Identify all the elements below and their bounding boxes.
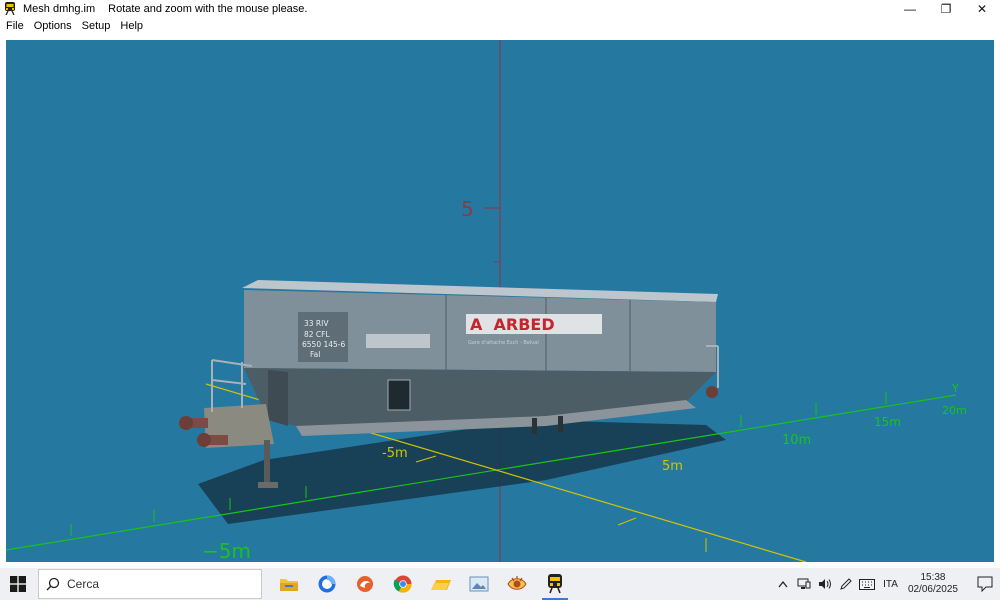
z-axis-label-5: 5	[461, 197, 474, 221]
eye-app-icon[interactable]	[498, 568, 536, 600]
system-tray: ITA 15:38 02/06/2025	[772, 568, 1000, 600]
taskbar-apps	[270, 568, 574, 600]
menu-help[interactable]: Help	[115, 20, 148, 32]
buffer-head	[197, 433, 211, 447]
wagon-home-station: Gare d'attache Esch - Belval	[468, 340, 539, 346]
wagon-end-panel	[268, 370, 288, 426]
taskbar: Cerca ITA 15:38 02/06/2025	[0, 568, 1000, 600]
windows-start-icon[interactable]	[0, 568, 36, 600]
search-icon	[39, 577, 67, 591]
clock-time: 15:38	[920, 572, 946, 583]
buffer-head-right	[706, 386, 718, 398]
x-axis-label-neg5m: -5m	[382, 446, 408, 461]
menu-options[interactable]: Options	[29, 20, 77, 32]
folder-app-icon[interactable]	[422, 568, 460, 600]
taskbar-search[interactable]: Cerca	[38, 569, 262, 599]
bogie-part	[558, 416, 563, 432]
pen-icon[interactable]	[835, 568, 856, 600]
close-button[interactable]: ✕	[964, 0, 1000, 17]
x-tick	[617, 517, 637, 526]
y-axis-label-10m: 10m	[782, 433, 811, 448]
scene-canvas: 5 Y 20m 15m 10m −5m -5m 5m 33 RIV 82 CFL…	[6, 40, 967, 562]
y-axis-label-20m: 20m	[942, 404, 967, 417]
search-placeholder: Cerca	[67, 577, 100, 591]
network-icon[interactable]	[793, 568, 814, 600]
restore-button[interactable]: ❐	[928, 0, 964, 17]
y-axis-label-neg5m: −5m	[202, 539, 251, 562]
menu-setup[interactable]: Setup	[77, 20, 116, 32]
clock-date: 02/06/2025	[907, 584, 958, 595]
menu-bar: File Options Setup Help	[0, 17, 1000, 34]
3d-viewport[interactable]: 5 Y 20m 15m 10m −5m -5m 5m 33 RIV 82 CFL…	[6, 40, 994, 562]
notification-icon[interactable]	[970, 568, 1000, 600]
plate-line-2: 82 CFL	[304, 330, 330, 339]
y-axis-label: Y	[951, 382, 959, 395]
keyboard-icon[interactable]	[856, 568, 877, 600]
clock[interactable]: 15:38 02/06/2025	[908, 572, 970, 596]
wagon-shadow	[198, 420, 726, 524]
file-explorer-icon[interactable]	[270, 568, 308, 600]
data-panel	[366, 334, 430, 348]
support-leg	[264, 440, 270, 486]
plate-line-3: 6550 145-6	[302, 340, 345, 349]
plate-line-1: 33 RIV	[304, 319, 329, 328]
bogie-part	[532, 418, 537, 434]
hopper-door	[387, 379, 411, 411]
plate-line-4: Fal	[310, 350, 320, 359]
train-app-icon	[3, 2, 17, 16]
minimize-button[interactable]: —	[892, 0, 928, 17]
title-bar: Mesh dmhg.im Rotate and zoom with the mo…	[0, 0, 1000, 17]
support-foot	[258, 482, 278, 488]
window-hint: Rotate and zoom with the mouse please.	[108, 2, 308, 15]
window-controls: — ❐ ✕	[892, 0, 1000, 17]
brand-logo: A ARBED	[470, 315, 555, 334]
buffer-head	[179, 416, 193, 430]
firefox-icon[interactable]	[308, 568, 346, 600]
photos-icon[interactable]	[460, 568, 498, 600]
chevron-up-icon[interactable]	[772, 568, 793, 600]
volume-icon[interactable]	[814, 568, 835, 600]
train-app-icon[interactable]	[536, 568, 574, 600]
chrome-icon[interactable]	[384, 568, 422, 600]
language-indicator[interactable]: ITA	[877, 579, 908, 590]
y-axis-label-15m: 15m	[874, 415, 901, 429]
scratch-icon[interactable]	[346, 568, 384, 600]
window-title: Mesh dmhg.im	[23, 2, 96, 15]
menu-file[interactable]: File	[0, 20, 29, 32]
x-axis-label-5m: 5m	[662, 459, 683, 474]
